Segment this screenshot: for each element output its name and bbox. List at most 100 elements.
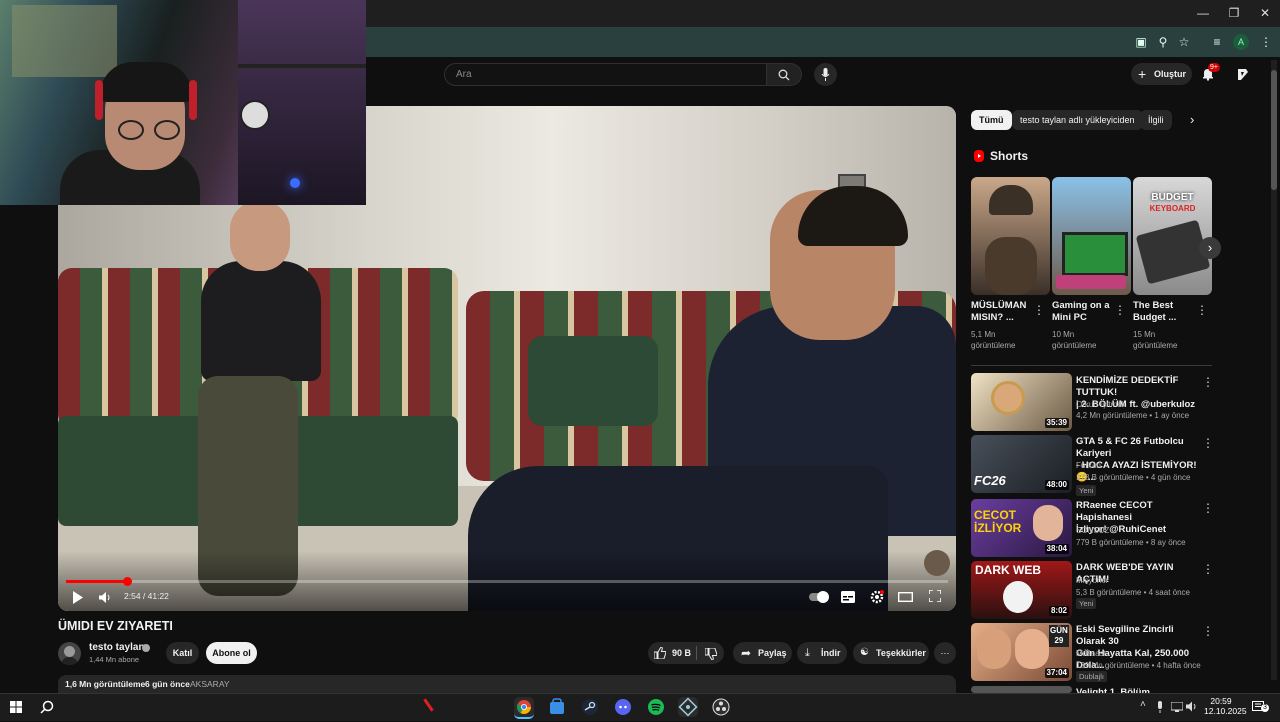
create-button[interactable]: + Oluştur [1131,63,1192,85]
clock[interactable]: 20:59 12.10.2025 [1204,696,1247,716]
obs-taskbar-icon[interactable] [711,697,731,717]
browser-menu-icon[interactable]: ⋮ [1257,35,1275,49]
short-title-1[interactable]: MÜSLÜMAN MISIN? ... [971,300,1026,324]
notifications-button[interactable]: 9+ [1201,63,1220,81]
tray-mic-icon[interactable] [1156,701,1164,713]
store-taskbar-icon[interactable] [547,697,567,717]
settings-gear-icon[interactable] [870,590,884,604]
like-button[interactable]: 90 B [648,642,696,664]
related-3-more-icon[interactable]: ⋮ [1202,501,1214,515]
bookmark-star-icon[interactable]: ☆ [1175,35,1193,49]
share-button[interactable]: ➦ Paylaş [733,642,792,664]
related-thumbnail-3[interactable]: CECOT İZLİYOR 38:04 [971,499,1072,557]
related-1-more-icon[interactable]: ⋮ [1202,375,1214,389]
thumbs-down-icon[interactable] [705,648,717,660]
close-window-button[interactable]: ✕ [1250,4,1280,22]
windows-taskbar [0,693,1280,721]
short-2-more-icon[interactable]: ⋮ [1114,303,1126,317]
download-icon: ⤓ [805,647,810,659]
progress-bar[interactable] [66,577,948,586]
channel-avatar[interactable] [58,642,81,665]
notification-center-count: 3 [1261,704,1269,712]
chrome-taskbar-icon[interactable] [514,697,534,719]
steam-taskbar-icon[interactable] [580,697,600,717]
thanks-icon: ☯ [860,647,869,658]
chips-next-arrow-icon[interactable]: › [1190,112,1194,127]
scrollbar-thumb[interactable] [1271,70,1277,190]
subscribe-button[interactable]: Abone ol [206,642,257,664]
search-icon [778,69,790,81]
video-tag[interactable]: AKSARAY [190,679,230,689]
related-thumbnail-4[interactable]: DARK WEB 8:02 [971,561,1072,619]
steam-icon [582,699,598,715]
play-icon[interactable] [72,591,84,604]
related-channel-4[interactable]: Misyoner [1076,575,1108,586]
taskbar-search-icon[interactable] [40,700,54,714]
subtitles-icon[interactable] [841,591,855,603]
thanks-button[interactable]: ☯ Teşekkürler [853,642,929,664]
theater-mode-icon[interactable] [898,592,913,602]
network-icon[interactable] [1171,702,1183,712]
related-4-more-icon[interactable]: ⋮ [1202,562,1214,576]
autoplay-toggle[interactable] [809,591,829,603]
more-actions-button[interactable]: ⋯ [934,642,956,664]
duration-badge-1: 35:39 [1044,418,1069,428]
discord-taskbar-icon[interactable] [613,697,633,717]
related-channel-5[interactable]: MrBeast [1076,648,1106,659]
spotify-taskbar-icon[interactable] [646,697,666,717]
shorts-logo-icon [974,150,984,162]
shorts-divider [971,365,1212,366]
channel-watermark[interactable] [924,550,950,576]
media-control-icon[interactable]: ≡ [1208,35,1226,49]
short-thumbnail-3[interactable]: BUDGET KEYBOARD [1133,177,1212,295]
zoom-icon[interactable]: ⚲ [1154,35,1172,49]
windows-start-icon[interactable] [10,701,22,713]
download-button[interactable]: ⤓ İndir [797,642,847,664]
wall-poster [12,5,117,77]
chip-related[interactable]: İlgili [1140,110,1172,130]
related-thumbnail-6[interactable] [971,686,1072,693]
volume-icon[interactable] [99,592,111,603]
cast-icon[interactable]: ▣ [1132,35,1150,49]
chip-all[interactable]: Tümü [971,110,1012,130]
related-5-more-icon[interactable]: ⋮ [1202,624,1214,638]
related-channel-2[interactable]: Furkan [1076,460,1101,471]
short-title-2[interactable]: Gaming on a Mini PC [1052,300,1110,324]
restore-button[interactable]: ❐ [1219,4,1249,22]
related-thumbnail-1[interactable]: 35:39 [971,373,1072,431]
description-box[interactable]: 1,6 Mn görüntüleme 6 gün önce AKSARAY [58,675,956,693]
search-button[interactable] [767,63,802,86]
voice-search-button[interactable] [814,63,837,86]
fullscreen-icon[interactable] [929,590,941,602]
related-thumbnail-2[interactable]: FC26 48:00 [971,435,1072,493]
discord-icon [615,699,631,715]
chip-from-uploader[interactable]: testo taylan adlı yükleyiciden [1012,110,1143,130]
tray-chevron-icon[interactable]: ˄ [1140,699,1146,710]
browser-profile-avatar[interactable]: A [1233,34,1249,50]
search-input[interactable]: Ara [444,63,767,86]
short-views-1: 5,1 Mn görüntüleme [971,330,1016,350]
account-button[interactable] [1237,68,1249,81]
short-thumbnail-1[interactable] [971,177,1050,295]
fc26-thumb-text: FC26 [974,473,1006,488]
duration-badge-5: 37:04 [1044,668,1069,678]
related-stats-5: 139 Mn görüntüleme • 4 hafta önce [1076,661,1201,670]
avatar-body [61,657,78,665]
short-thumbnail-2[interactable] [1052,177,1131,295]
short-3-more-icon[interactable]: ⋮ [1196,303,1208,317]
join-button[interactable]: Katıl [166,642,199,664]
sofa-cushion [528,336,658,426]
minimize-button[interactable]: — [1188,4,1218,22]
related-channel-3[interactable]: SONSUZ [1076,525,1109,536]
speaker-icon[interactable] [1186,701,1198,712]
short-title-3[interactable]: The Best Budget ... [1133,300,1176,324]
app-taskbar-icon[interactable] [678,697,698,717]
channel-name[interactable]: testo taylan [89,642,145,653]
related-thumbnail-5[interactable]: GÜN 29 37:04 [971,623,1072,681]
notification-center-button[interactable]: 3 [1252,700,1269,712]
short-1-more-icon[interactable]: ⋮ [1033,303,1045,317]
shorts-next-arrow-icon[interactable]: › [1199,237,1221,259]
page-scrollbar[interactable] [1271,60,1277,680]
related-2-more-icon[interactable]: ⋮ [1202,436,1214,450]
related-channel-1[interactable]: Orkun Işıtmak [1076,399,1126,410]
